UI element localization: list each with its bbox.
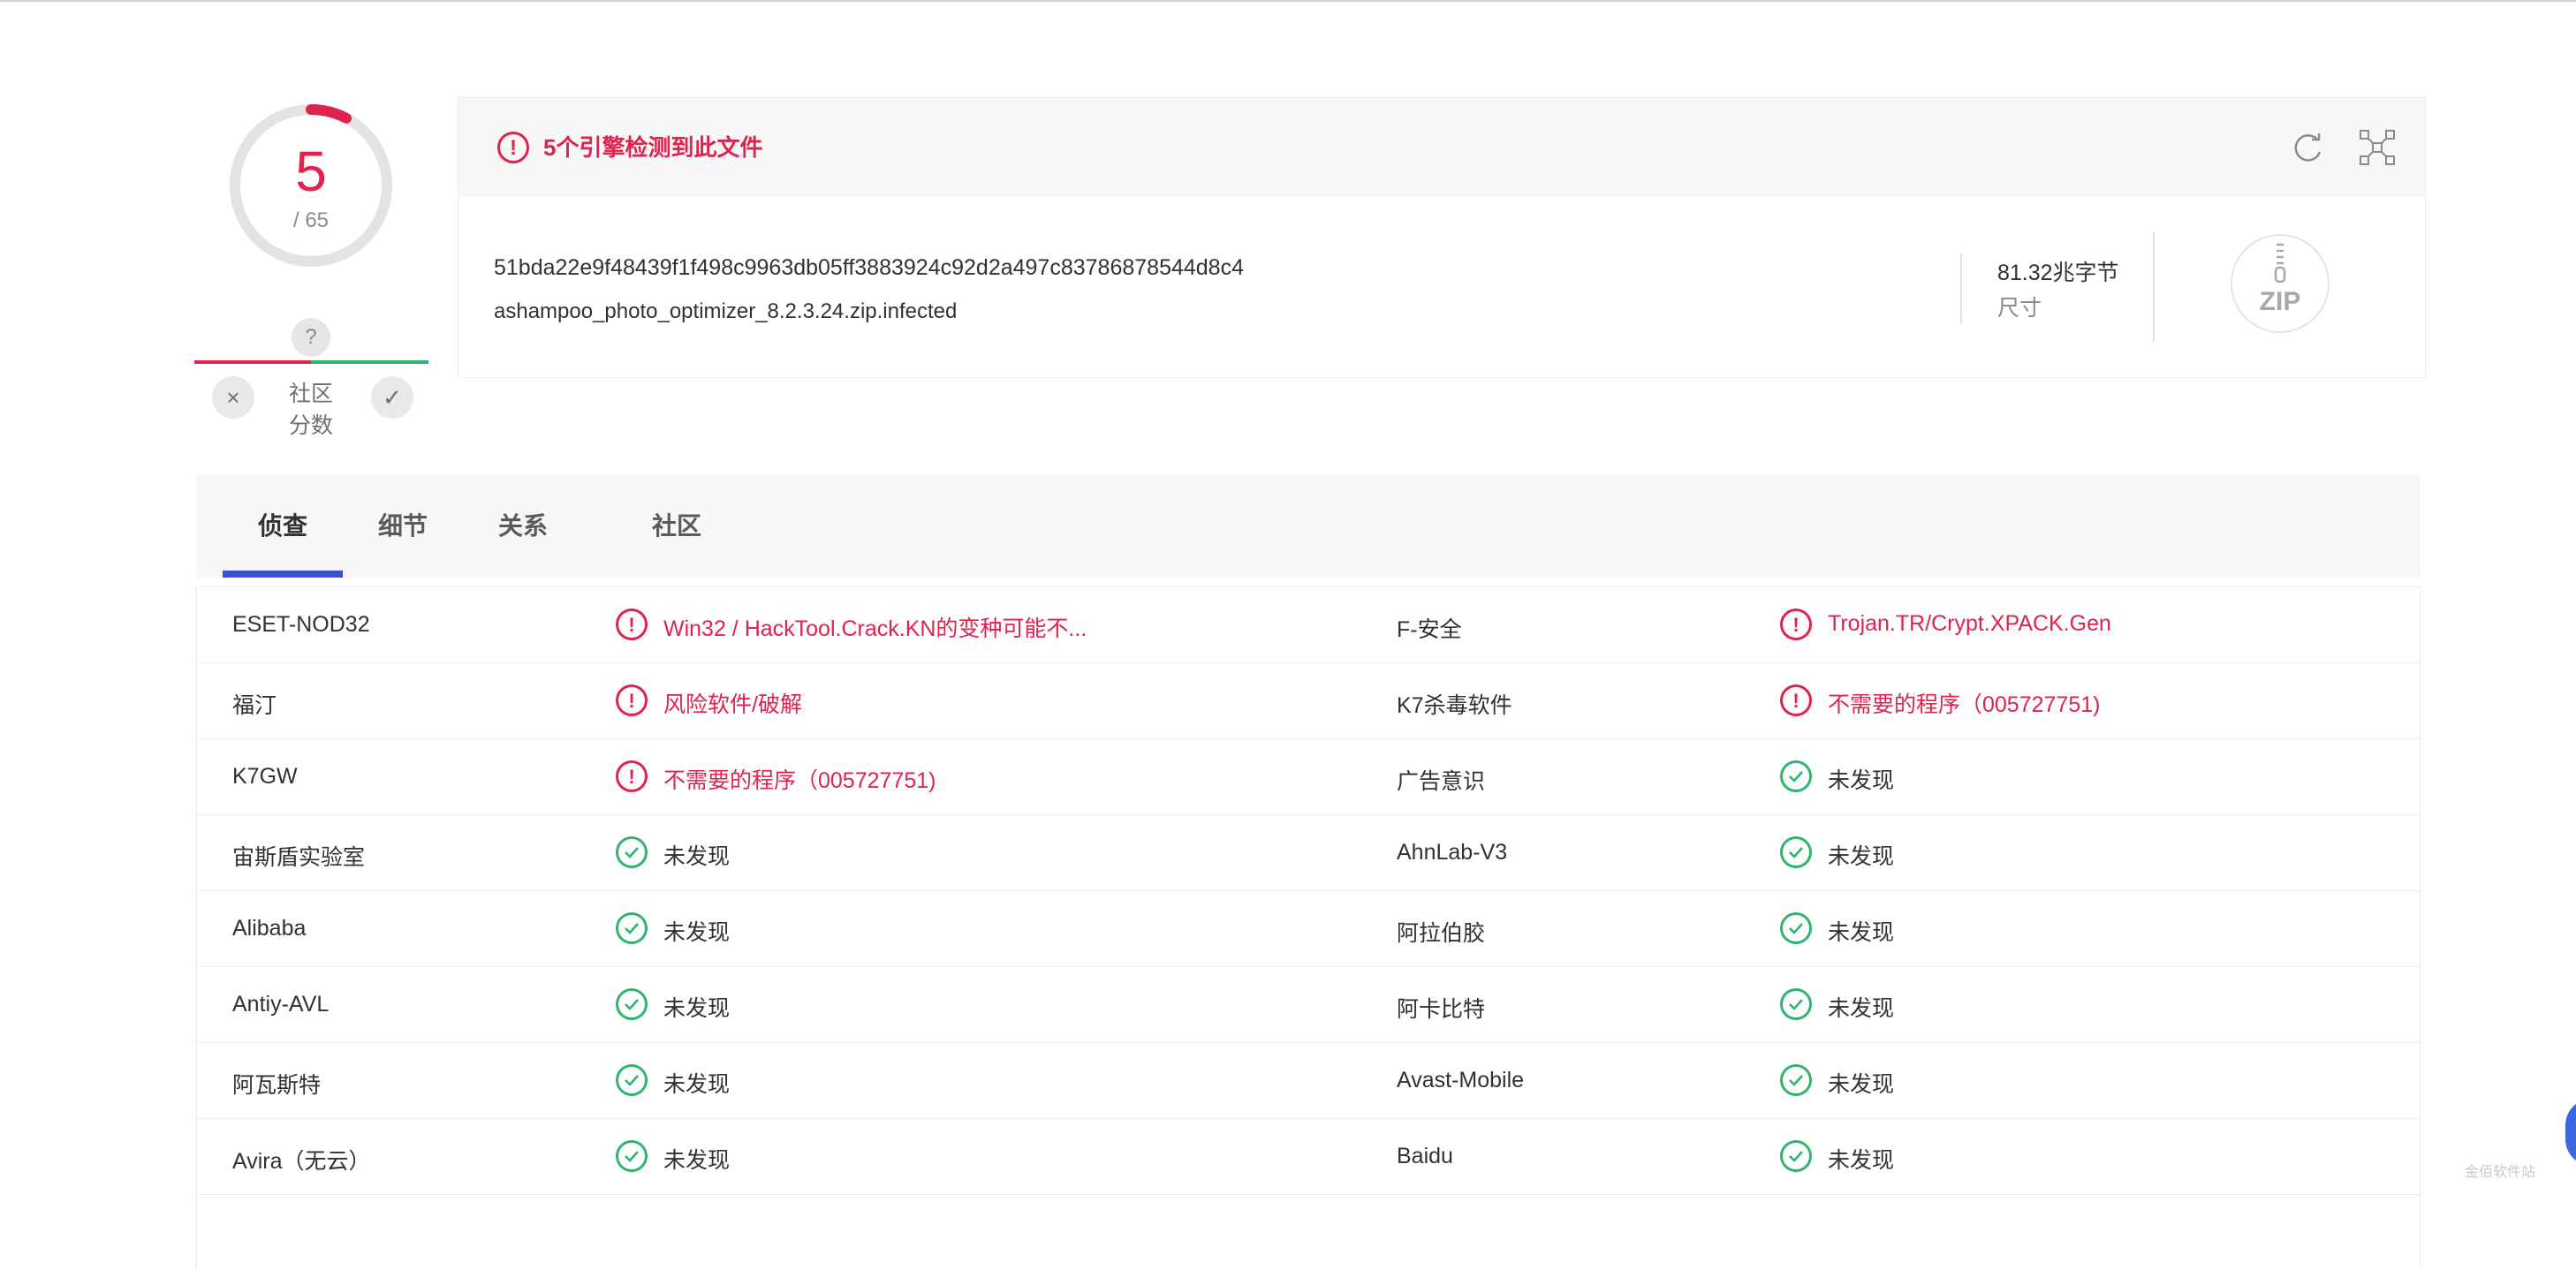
result-tabs: 侦查 细节 关系 社区 bbox=[196, 475, 2421, 578]
file-summary-card: ! 5个引擎检测到此文件 51bda22e9f48439f1f498c9963d… bbox=[458, 97, 2426, 378]
divider bbox=[2153, 232, 2155, 342]
check-circle-icon bbox=[616, 912, 648, 944]
vote-down-button[interactable]: × bbox=[212, 376, 254, 419]
engine-name: ESET-NOD32 bbox=[232, 612, 370, 637]
engine-name: 阿卡比特 bbox=[1397, 997, 1486, 1022]
engine-name: 广告意识 bbox=[1397, 769, 1486, 794]
engine-name: Baidu bbox=[1397, 1144, 1453, 1168]
detection-result-text: 未发现 bbox=[1828, 768, 1895, 793]
table-row: Alibaba 未发现 阿拉伯胶 未发现 bbox=[197, 890, 2420, 966]
detection-result-text: 未发现 bbox=[1828, 920, 1895, 945]
file-name: ashampoo_photo_optimizer_8.2.3.24.zip.in… bbox=[494, 299, 958, 323]
detection-result-text: Trojan.TR/Crypt.XPACK.Gen bbox=[1828, 611, 2111, 636]
check-circle-icon bbox=[1780, 1140, 1812, 1172]
detection-result-text: 未发现 bbox=[1828, 1148, 1895, 1173]
alert-icon: ! bbox=[616, 684, 648, 716]
tab-relations[interactable]: 关系 bbox=[498, 507, 548, 542]
active-tab-indicator bbox=[223, 571, 343, 578]
table-row: 阿瓦斯特 未发现 Avast-Mobile 未发现 bbox=[197, 1042, 2420, 1118]
detection-result-text: 不需要的程序（005727751) bbox=[1828, 692, 2101, 717]
engine-name: Alibaba bbox=[232, 916, 307, 941]
tab-detection[interactable]: 侦查 bbox=[258, 507, 307, 542]
detection-result-text: 未发现 bbox=[663, 1072, 731, 1097]
tab-details[interactable]: 细节 bbox=[378, 507, 428, 542]
detection-result-text: 未发现 bbox=[663, 844, 731, 869]
check-circle-icon bbox=[1780, 836, 1812, 868]
engine-name: F-安全 bbox=[1397, 617, 1462, 642]
engine-name: 阿瓦斯特 bbox=[232, 1073, 322, 1098]
table-row bbox=[197, 1194, 2420, 1270]
engine-name: Avira（无云） bbox=[232, 1149, 371, 1174]
detection-result-text: 未发现 bbox=[663, 920, 731, 945]
check-circle-icon bbox=[616, 1140, 648, 1172]
vote-up-button[interactable]: ✓ bbox=[371, 376, 413, 419]
table-row: 宙斯盾实验室 未发现 AhnLab-V3 未发现 bbox=[197, 814, 2420, 890]
watermark: 金佰软件站 bbox=[2465, 1165, 2536, 1180]
community-score-bar bbox=[194, 360, 428, 364]
engine-name: 福汀 bbox=[232, 693, 277, 718]
divider bbox=[1960, 253, 1962, 324]
detection-result-text: 未发现 bbox=[1828, 996, 1895, 1021]
check-circle-icon bbox=[1780, 760, 1812, 792]
graph-icon[interactable] bbox=[2358, 128, 2397, 167]
community-score-label: 社区 分数 bbox=[265, 378, 357, 442]
engine-name: K7GW bbox=[232, 764, 298, 789]
detection-result-text: 风险软件/破解 bbox=[663, 692, 802, 717]
detected-count: 5 bbox=[295, 140, 327, 203]
alert-icon: ! bbox=[1780, 684, 1812, 716]
engine-name: Avast-Mobile bbox=[1397, 1068, 1525, 1092]
check-circle-icon bbox=[1780, 1064, 1812, 1096]
reanalyze-icon[interactable] bbox=[2291, 130, 2326, 165]
top-divider bbox=[0, 0, 2576, 2]
check-circle-icon bbox=[616, 1064, 648, 1096]
detection-result-text: 未发现 bbox=[1828, 1072, 1895, 1097]
detection-result-text: 未发现 bbox=[663, 996, 731, 1021]
detection-score-ring: 5 / 65 bbox=[223, 97, 399, 274]
check-circle-icon bbox=[1780, 912, 1812, 944]
community-label-line2: 分数 bbox=[288, 413, 333, 438]
detection-alert-bar: ! 5个引擎检测到此文件 bbox=[458, 98, 2425, 197]
zipper-graphic bbox=[2274, 243, 2286, 283]
detection-alert-text: 5个引擎检测到此文件 bbox=[543, 134, 763, 161]
table-row: K7GW! 不需要的程序（005727751) 广告意识 未发现 bbox=[197, 738, 2420, 814]
table-row: Antiy-AVL 未发现 阿卡比特 未发现 bbox=[197, 966, 2420, 1042]
check-circle-icon bbox=[616, 988, 648, 1020]
table-row: ESET-NOD32! Win32 / HackTool.Crack.KN的变种可… bbox=[197, 586, 2420, 662]
zip-file-icon: ZIP bbox=[2231, 234, 2330, 333]
detection-table: ESET-NOD32! Win32 / HackTool.Crack.KN的变种可… bbox=[196, 586, 2421, 1270]
detection-result-text: 未发现 bbox=[663, 1148, 731, 1173]
engine-name: Antiy-AVL bbox=[232, 992, 330, 1017]
engine-name: 阿拉伯胶 bbox=[1397, 921, 1486, 946]
detection-result-text: Win32 / HackTool.Crack.KN的变种可能不... bbox=[663, 616, 1087, 641]
engine-name: 宙斯盾实验室 bbox=[232, 845, 366, 870]
file-size-label: 尺寸 bbox=[1997, 296, 2042, 321]
negative-score-segment bbox=[194, 360, 311, 364]
check-circle-icon bbox=[616, 836, 648, 868]
table-row: 福汀! 风险软件/破解 K7杀毒软件! 不需要的程序（005727751) bbox=[197, 662, 2420, 738]
file-type-label: ZIP bbox=[2259, 287, 2301, 316]
tab-community[interactable]: 社区 bbox=[652, 507, 701, 542]
check-circle-icon bbox=[1780, 988, 1812, 1020]
file-hash[interactable]: 51bda22e9f48439f1f498c9963db05ff3883924c… bbox=[494, 255, 1244, 281]
total-engines: / 65 bbox=[292, 208, 330, 232]
alert-icon: ! bbox=[1780, 609, 1812, 640]
table-row: Avira（无云） 未发现 Baidu 未发现 bbox=[197, 1118, 2420, 1194]
chat-button[interactable] bbox=[2565, 1099, 2576, 1166]
detection-result-text: 不需要的程序（005727751) bbox=[663, 768, 936, 793]
alert-icon: ! bbox=[616, 609, 648, 640]
positive-score-segment bbox=[311, 360, 428, 364]
alert-icon: ! bbox=[616, 760, 648, 792]
alert-icon: ! bbox=[497, 132, 529, 163]
community-score: ? × 社区 分数 ✓ bbox=[194, 318, 428, 442]
engine-name: K7杀毒软件 bbox=[1397, 693, 1512, 718]
file-size-value: 81.32兆字节 bbox=[1997, 261, 2119, 285]
question-icon[interactable]: ? bbox=[292, 318, 330, 357]
detection-result-text: 未发现 bbox=[1828, 844, 1895, 869]
community-label-line1: 社区 bbox=[288, 382, 333, 406]
engine-name: AhnLab-V3 bbox=[1397, 840, 1508, 865]
